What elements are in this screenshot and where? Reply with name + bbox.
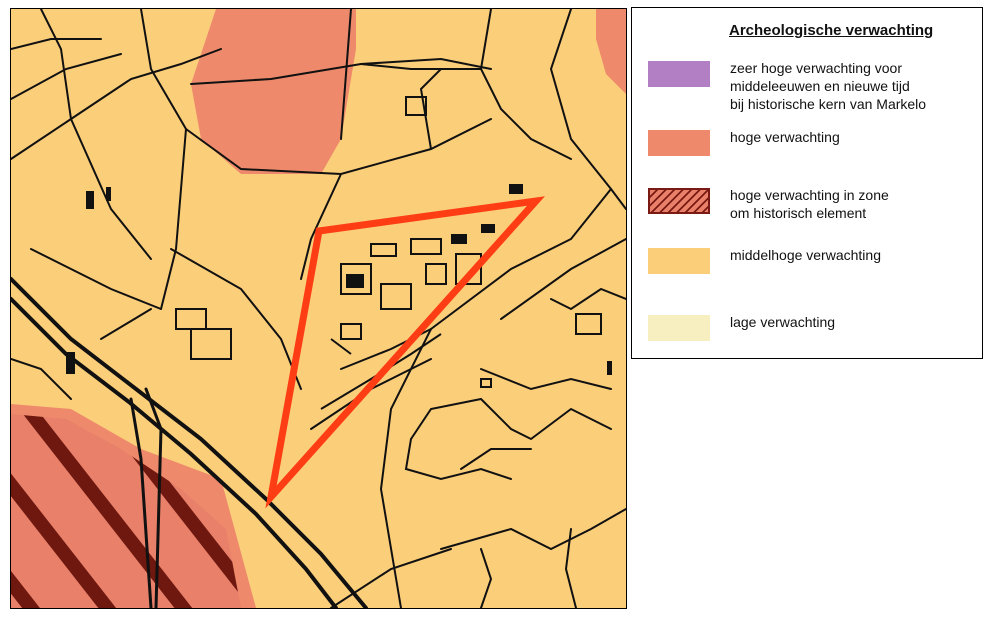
archaeology-map[interactable]	[10, 8, 627, 609]
legend-label: hoge verwachting in zone om historisch e…	[730, 187, 889, 221]
map-legend: Archeologische verwachting zeer hoge ver…	[631, 7, 983, 359]
legend-label: lage verwachting	[730, 314, 836, 330]
legend-swatch-hatched	[648, 188, 710, 214]
legend-label: middelhoge verwachting	[730, 247, 881, 263]
legend-swatch-salmon	[648, 130, 710, 156]
legend-label: hoge verwachting	[730, 129, 840, 145]
map-canvas	[11, 9, 626, 608]
legend-swatch-pale	[648, 315, 710, 341]
legend-swatch-purple	[648, 61, 710, 87]
legend-title: Archeologische verwachting	[729, 22, 934, 39]
high-zone-north	[191, 9, 356, 174]
legend-label: zeer hoge verwachting voor middeleeuwen …	[730, 60, 927, 112]
legend-swatch-orange	[648, 248, 710, 274]
